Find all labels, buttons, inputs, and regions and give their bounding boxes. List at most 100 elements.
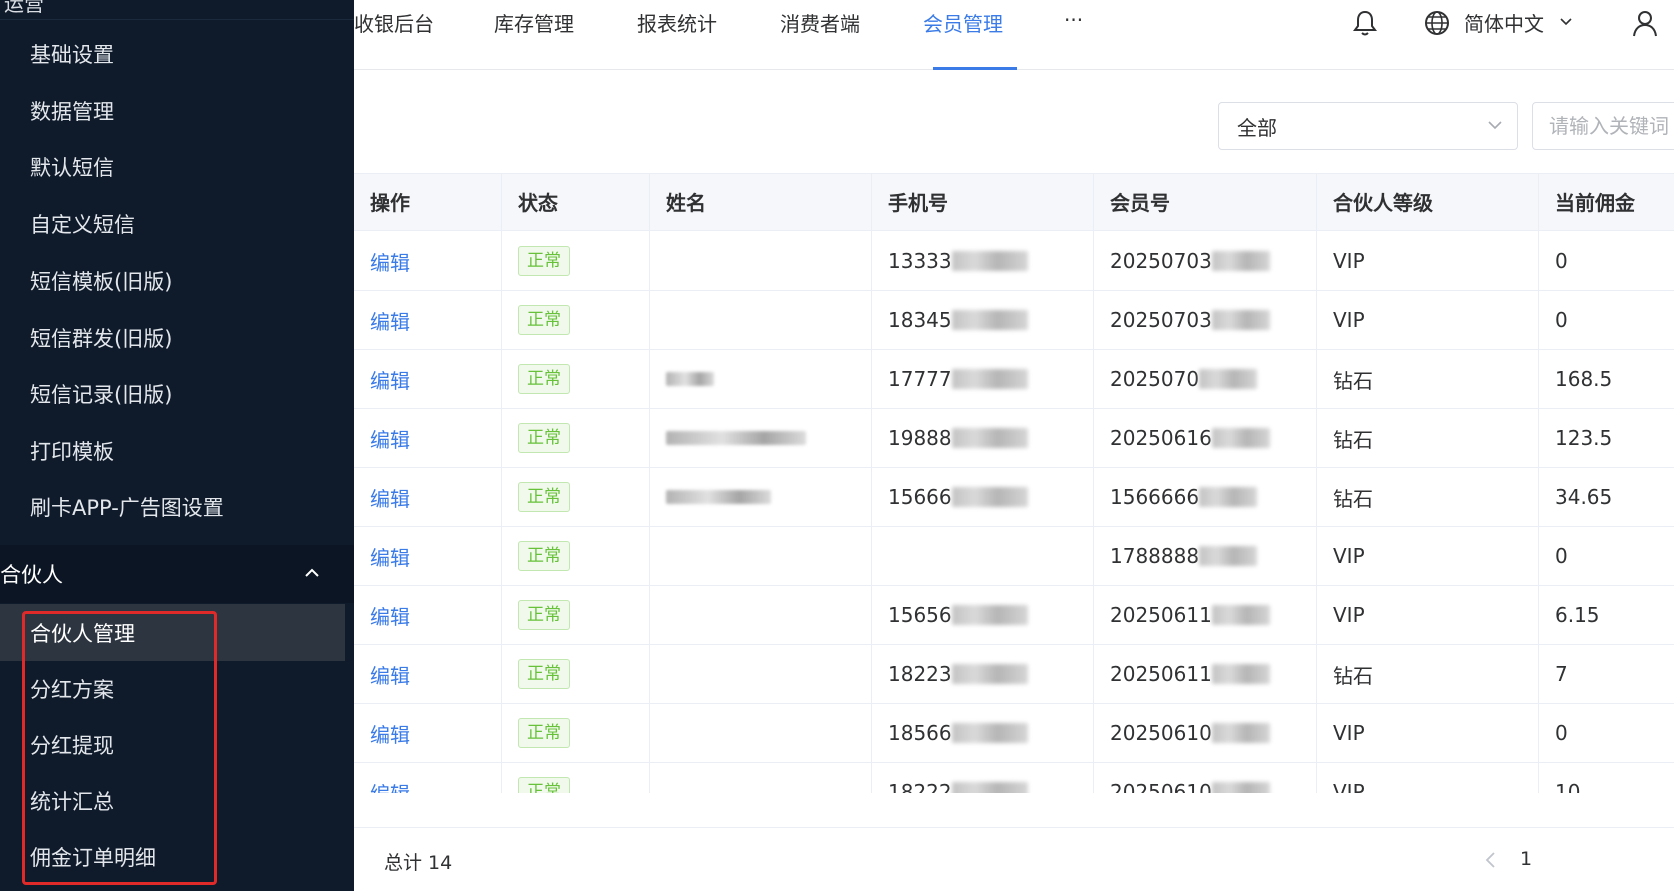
- status-filter-select[interactable]: 全部: [1218, 102, 1518, 150]
- sidebar-item-card-app-ad-settings[interactable]: 刷卡APP-广告图设置: [0, 478, 354, 535]
- sidebar-item-statistics-summary[interactable]: 统计汇总: [0, 772, 354, 829]
- cell-level: VIP: [1317, 291, 1539, 349]
- sidebar-group-label: 合伙人: [0, 563, 63, 587]
- cell-action: 编辑: [354, 409, 502, 467]
- user-icon[interactable]: [1632, 9, 1658, 37]
- cell-level: 钻石: [1317, 645, 1539, 703]
- member-number: 20250611: [1110, 603, 1212, 627]
- cell-status: 正常: [502, 291, 650, 349]
- edit-link[interactable]: 编辑: [370, 306, 410, 335]
- cell-action: 编辑: [354, 232, 502, 290]
- col-header-phone: 手机号: [872, 174, 1094, 232]
- chevron-left-icon[interactable]: [1484, 850, 1498, 870]
- cell-member-no: 20250611: [1094, 645, 1317, 703]
- cell-member-no: 20250610: [1094, 704, 1317, 762]
- redacted-blur: [1211, 664, 1270, 684]
- sidebar-item-data-management[interactable]: 数据管理: [0, 82, 354, 139]
- edit-link[interactable]: 编辑: [370, 660, 410, 689]
- cell-action: 编辑: [354, 704, 502, 762]
- sidebar-item-print-template[interactable]: 打印模板: [0, 422, 354, 479]
- chevron-down-icon[interactable]: [1559, 17, 1573, 27]
- nav-inventory[interactable]: 库存管理: [494, 8, 574, 37]
- bell-icon[interactable]: [1352, 9, 1378, 37]
- cell-status: 正常: [502, 468, 650, 526]
- member-number: 1788888: [1110, 544, 1200, 568]
- phone-number: 18222: [888, 780, 952, 793]
- cell-status: 正常: [502, 645, 650, 703]
- cell-member-no: 2025070: [1094, 350, 1317, 408]
- edit-link[interactable]: 编辑: [370, 247, 410, 276]
- redacted-blur: [1211, 251, 1270, 271]
- sidebar-group-partner[interactable]: 合伙人: [0, 545, 354, 603]
- col-header-action: 操作: [354, 174, 502, 232]
- nav-cashier-backend[interactable]: 收银后台: [354, 8, 434, 37]
- table-header: 操作 状态 姓名 手机号 会员号 合伙人等级 当前佣金: [354, 173, 1674, 232]
- nav-member-management[interactable]: 会员管理: [923, 8, 1003, 37]
- cell-action: 编辑: [354, 350, 502, 408]
- top-header: 收银后台 库存管理 报表统计 消费者端 会员管理 ··· 简体中文: [354, 0, 1674, 70]
- main-content: 全部 操作 状态 姓名 手机号 会员号 合伙人等级 当前佣金 编辑正常13333…: [354, 70, 1674, 891]
- partner-level: 钻石: [1333, 663, 1373, 688]
- cell-member-no: 20250611: [1094, 586, 1317, 644]
- partner-level: VIP: [1333, 544, 1365, 568]
- col-header-name: 姓名: [650, 174, 872, 232]
- page-number[interactable]: 1: [1520, 848, 1532, 870]
- cell-level: VIP: [1317, 232, 1539, 290]
- phone-number: 18223: [888, 662, 952, 686]
- edit-link[interactable]: 编辑: [370, 719, 410, 748]
- phone-number: 17777: [888, 367, 952, 391]
- table-row: 编辑 正常 18222 20250610 VIP 10: [354, 763, 1674, 793]
- cell-name: [650, 232, 872, 290]
- member-number: 1566666: [1110, 485, 1200, 509]
- sidebar-item-sms-mass-send-old[interactable]: 短信群发(旧版): [0, 309, 354, 366]
- cell-phone: [872, 527, 1094, 585]
- phone-number: 19888: [888, 426, 952, 450]
- edit-link[interactable]: 编辑: [370, 601, 410, 630]
- nav-more[interactable]: ···: [1064, 8, 1083, 32]
- globe-icon[interactable]: [1423, 9, 1451, 37]
- cell-status: 正常: [502, 232, 650, 290]
- phone-number: 15666: [888, 485, 952, 509]
- cell-level: VIP: [1317, 586, 1539, 644]
- edit-link[interactable]: 编辑: [370, 483, 410, 512]
- edit-link[interactable]: 编辑: [370, 424, 410, 453]
- status-badge: 正常: [518, 718, 570, 748]
- member-number: 2025070: [1110, 367, 1200, 391]
- partner-level: 钻石: [1333, 368, 1373, 393]
- sidebar-item-dividend-withdraw[interactable]: 分红提现: [0, 716, 354, 773]
- edit-link[interactable]: 编辑: [370, 542, 410, 571]
- sidebar-item-basic-settings[interactable]: 基础设置: [0, 25, 354, 82]
- sidebar-item-label: 佣金订单明细: [30, 845, 156, 870]
- redacted-blur: [951, 428, 1028, 448]
- redacted-blur: [951, 310, 1028, 330]
- sidebar-item-custom-sms[interactable]: 自定义短信: [0, 195, 354, 252]
- cell-member-no: 1788888: [1094, 527, 1317, 585]
- status-badge: 正常: [518, 423, 570, 453]
- table-row: 编辑 正常 19888 20250616 钻石 123.5: [354, 409, 1674, 468]
- sidebar-item-label: 分红方案: [30, 677, 114, 702]
- sidebar-item-sms-template-old[interactable]: 短信模板(旧版): [0, 252, 354, 309]
- cell-commission: 0: [1539, 291, 1674, 349]
- edit-link[interactable]: 编辑: [370, 365, 410, 394]
- table-row: 编辑 正常 17777 2025070 钻石 168.5: [354, 350, 1674, 409]
- language-selector[interactable]: 简体中文: [1464, 8, 1544, 37]
- edit-link[interactable]: 编辑: [370, 778, 410, 794]
- partner-level: 钻石: [1333, 427, 1373, 452]
- nav-reports[interactable]: 报表统计: [637, 8, 717, 37]
- sidebar-item-dividend-plan[interactable]: 分红方案: [0, 660, 354, 717]
- sidebar-item-commission-order-details[interactable]: 佣金订单明细: [0, 828, 354, 885]
- sidebar-item-default-sms[interactable]: 默认短信: [0, 138, 354, 195]
- cell-name: [650, 468, 872, 526]
- col-header-partner-level: 合伙人等级: [1317, 174, 1539, 232]
- sidebar-item-label: 短信记录(旧版): [30, 382, 173, 407]
- phone-number: 18345: [888, 308, 952, 332]
- current-commission: 34.65: [1555, 485, 1613, 509]
- sidebar-item-partner-management[interactable]: 合伙人管理: [0, 604, 345, 661]
- table-row: 编辑 正常 1788888 VIP 0: [354, 527, 1674, 586]
- keyword-search-input[interactable]: [1532, 102, 1674, 150]
- nav-consumer[interactable]: 消费者端: [780, 8, 860, 37]
- cell-level: 钻石: [1317, 409, 1539, 467]
- cell-status: 正常: [502, 409, 650, 467]
- partner-level: VIP: [1333, 308, 1365, 332]
- sidebar-item-sms-records-old[interactable]: 短信记录(旧版): [0, 365, 354, 422]
